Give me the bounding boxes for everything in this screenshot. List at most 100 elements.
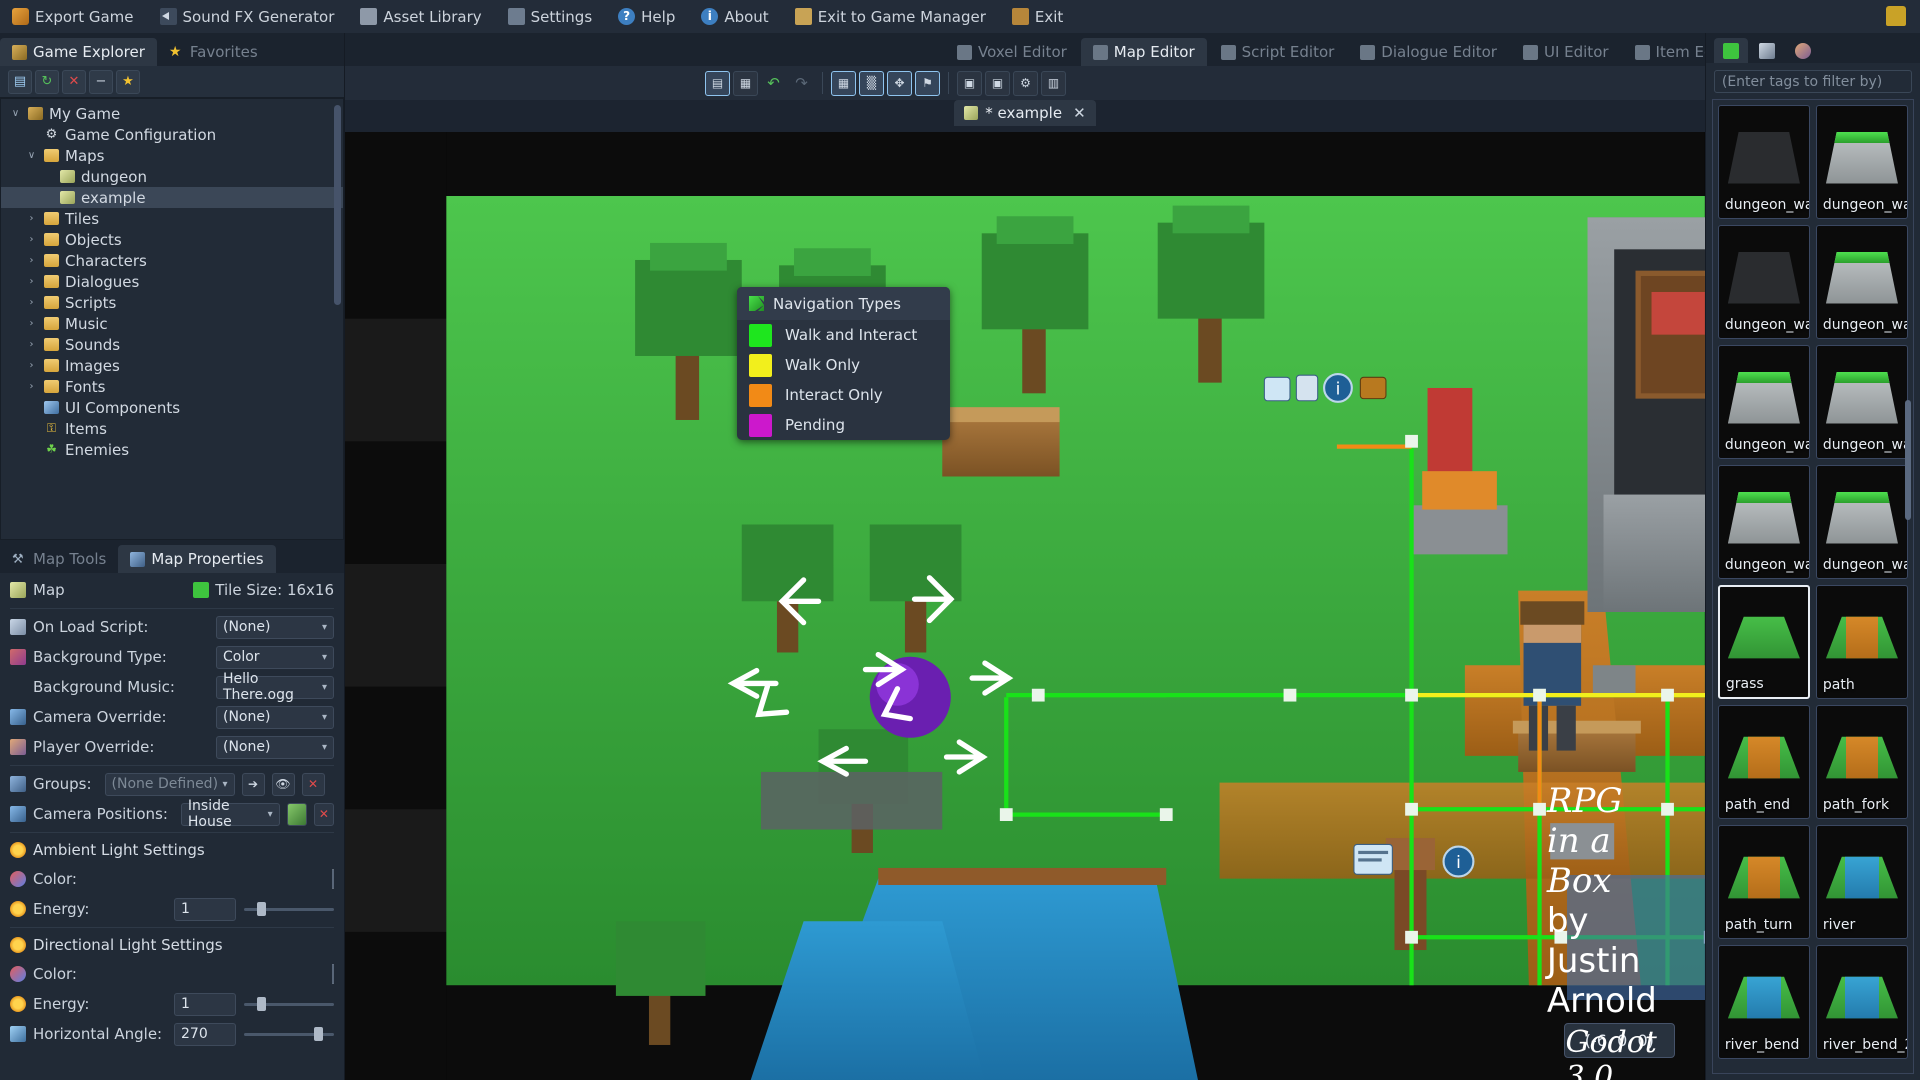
tile-path_end[interactable]: path_end [1717, 705, 1810, 819]
tile-dungeon_wall[interactable]: dungeon_wall [1717, 345, 1810, 459]
toggle-regions-button[interactable]: ⚑ [915, 70, 940, 96]
characters-tab[interactable] [1786, 38, 1820, 63]
property-select[interactable]: Color ▾ [216, 645, 334, 669]
menu-exit-to-game-manager[interactable]: Exit to Game Manager [794, 8, 986, 26]
tile-river[interactable]: river [1815, 825, 1908, 939]
expand-arrow-icon[interactable]: › [25, 213, 38, 224]
expand-arrow-icon[interactable]: › [25, 234, 38, 245]
map-viewport[interactable]: i i i i [345, 132, 1705, 1080]
expand-arrow-icon[interactable]: › [25, 360, 38, 371]
tile-dungeon_wall[interactable]: dungeon_wall [1717, 465, 1810, 579]
new-map-button[interactable]: ▤ [705, 70, 730, 96]
toggle-tiles-button[interactable]: ▒ [859, 70, 884, 96]
map-export-button[interactable]: ▥ [1041, 70, 1066, 96]
ambient-energy-slider[interactable] [244, 900, 334, 918]
menu-asset-library[interactable]: Asset Library [360, 8, 482, 26]
delete-button[interactable]: ✕ [62, 69, 86, 94]
tree-item-my-game[interactable]: ∨ My Game [1, 103, 343, 124]
tab-favorites[interactable]: ★ Favorites [157, 38, 270, 66]
document-tab-example[interactable]: * example ✕ [954, 100, 1096, 126]
select-group-button[interactable]: ➔ [241, 772, 265, 796]
horizontal-angle-slider[interactable] [244, 1025, 334, 1043]
undo-button[interactable]: ↶ [761, 71, 786, 96]
camera-positions-select[interactable]: Inside House ▾ [180, 798, 280, 830]
property-select[interactable]: (None) ▾ [216, 735, 334, 759]
directional-energy-input[interactable]: 1 [174, 992, 236, 1016]
tiles-tab[interactable] [1713, 38, 1748, 63]
tree-item-dungeon[interactable]: dungeon [1, 166, 343, 187]
map-scene[interactable]: i i i i [345, 132, 1705, 1080]
delete-camera-position-button[interactable]: ✕ [313, 802, 334, 826]
tree-item-maps[interactable]: ∨ Maps [1, 145, 343, 166]
objects-tab[interactable] [1750, 38, 1784, 63]
tree-scrollbar[interactable] [334, 105, 341, 305]
tree-item-scripts[interactable]: › Scripts [1, 292, 343, 313]
tab-map-tools[interactable]: ⚒ Map Tools [0, 545, 118, 573]
refresh-button[interactable]: ↻ [35, 69, 59, 94]
tree-item-ui-components[interactable]: UI Components [1, 397, 343, 418]
tree-item-game-configuration[interactable]: ⚙ Game Configuration [1, 124, 343, 145]
menu-sound-fx-generator[interactable]: Sound FX Generator [159, 8, 334, 26]
redo-button[interactable]: ↷ [789, 71, 814, 96]
save-map-button[interactable]: ▦ [733, 70, 758, 96]
expand-arrow-icon[interactable]: › [25, 339, 38, 350]
expand-arrow-icon[interactable]: › [25, 318, 38, 329]
tree-item-tiles[interactable]: › Tiles [1, 208, 343, 229]
add-camera-button[interactable]: ▣ [957, 70, 982, 96]
tile-dungeon_wall[interactable]: dungeon_wall [1717, 225, 1810, 339]
camera-settings-button[interactable]: ▣ [985, 70, 1010, 96]
collapse-all-button[interactable]: − [89, 69, 113, 94]
tile-dungeon_wall[interactable]: dungeon_wall [1815, 225, 1908, 339]
tile-path_fork[interactable]: path_fork [1815, 705, 1908, 819]
tree-item-sounds[interactable]: › Sounds [1, 334, 343, 355]
tree-item-example[interactable]: example [1, 187, 343, 208]
expand-arrow-icon[interactable]: › [25, 276, 38, 287]
menu-help[interactable]: Help [618, 8, 675, 26]
expand-arrow-icon[interactable]: › [25, 255, 38, 266]
tab-map-properties[interactable]: Map Properties [118, 545, 276, 573]
expand-arrow-icon[interactable]: › [25, 297, 38, 308]
expand-arrow-icon[interactable]: ∨ [9, 108, 22, 119]
tab-map-editor[interactable]: Map Editor [1080, 38, 1207, 66]
horizontal-angle-input[interactable]: 270 [174, 1022, 236, 1046]
tile-dungeon_wall[interactable]: dungeon_wall [1815, 465, 1908, 579]
game-explorer-tree[interactable]: ∨ My Game ⚙ Game Configuration ∨ Maps dungeon e… [0, 98, 344, 540]
toggle-navigation-button[interactable]: ✥ [887, 70, 912, 96]
tile-dungeon_wall[interactable]: dungeon_wall [1815, 345, 1908, 459]
tree-item-fonts[interactable]: › Fonts [1, 376, 343, 397]
tile-dungeon_wall[interactable]: dungeon_wall [1815, 105, 1908, 219]
tile-grid-scrollbar[interactable] [1905, 400, 1911, 520]
menu-settings[interactable]: Settings [507, 8, 592, 26]
ambient-color-swatch[interactable] [332, 869, 334, 889]
tab-ui-editor[interactable]: UI Editor [1511, 38, 1621, 66]
directional-energy-slider[interactable] [244, 995, 334, 1013]
tree-item-dialogues[interactable]: › Dialogues [1, 271, 343, 292]
menu-exit[interactable]: Exit [1011, 8, 1063, 26]
tile-river_bend[interactable]: river_bend [1717, 945, 1810, 1059]
menu-about[interactable]: About [701, 8, 769, 26]
tab-game-explorer[interactable]: Game Explorer [0, 38, 157, 66]
tree-item-characters[interactable]: › Characters [1, 250, 343, 271]
new-file-button[interactable]: ▤ [8, 69, 32, 94]
tree-item-music[interactable]: › Music [1, 313, 343, 334]
tag-filter-input[interactable]: (Enter tags to filter by) [1713, 70, 1912, 93]
close-icon[interactable]: ✕ [1073, 104, 1086, 122]
add-camera-position-button[interactable] [286, 802, 307, 826]
tree-item-objects[interactable]: › Objects [1, 229, 343, 250]
directional-color-swatch[interactable] [332, 964, 334, 984]
tile-dungeon_wall[interactable]: dungeon_wall [1717, 105, 1810, 219]
tile-grid[interactable]: dungeon_walldungeon_walldungeon_walldung… [1711, 99, 1914, 1074]
tile-grass[interactable]: grass [1717, 585, 1810, 699]
ambient-energy-input[interactable]: 1 [174, 897, 236, 921]
favorite-button[interactable]: ★ [116, 69, 140, 94]
tab-voxel-editor[interactable]: Voxel Editor [945, 38, 1079, 66]
tree-item-items[interactable]: ⚿ Items [1, 418, 343, 439]
toggle-grid-button[interactable]: ▦ [831, 70, 856, 96]
property-select[interactable]: (None) ▾ [216, 615, 334, 639]
property-select[interactable]: Hello There.ogg ▾ [216, 671, 334, 703]
menu-export-game[interactable]: Export Game [12, 8, 134, 26]
tile-river_bend_2[interactable]: river_bend_2 [1815, 945, 1908, 1059]
delete-group-button[interactable]: ✕ [301, 772, 325, 796]
tree-item-images[interactable]: › Images [1, 355, 343, 376]
tile-path[interactable]: path [1815, 585, 1908, 699]
